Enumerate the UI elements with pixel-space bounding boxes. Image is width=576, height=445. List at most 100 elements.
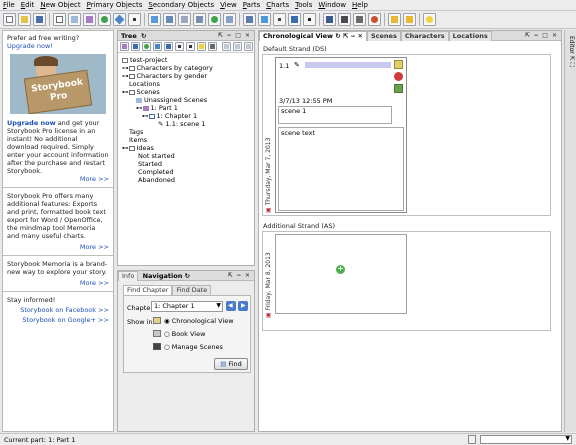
export-red-icon[interactable]	[368, 13, 381, 26]
back-arrow-icon[interactable]	[388, 13, 401, 26]
more-link-3[interactable]: More >>	[3, 279, 113, 287]
tree-node-abandoned[interactable]: Abandoned	[138, 177, 175, 184]
forward-arrow-icon[interactable]	[403, 13, 416, 26]
scene-text-area[interactable]: scene text	[278, 127, 404, 211]
new-scene-icon[interactable]	[394, 84, 403, 93]
new-character-icon[interactable]	[98, 13, 111, 26]
tab-info[interactable]: Info	[118, 271, 139, 281]
tree-filter-character-icon[interactable]	[142, 42, 151, 51]
timeline-icon[interactable]	[243, 13, 256, 26]
memoria-icon[interactable]	[208, 13, 221, 26]
tree-node-locations[interactable]: Locations	[129, 81, 160, 88]
link-icon[interactable]	[258, 13, 271, 26]
tree-node-ideas[interactable]: ⊷ Ideas	[122, 145, 154, 152]
add-scene-icon[interactable]: +	[336, 265, 345, 274]
prev-chapter-button[interactable]: ◀	[226, 301, 236, 311]
grid-icon[interactable]	[273, 13, 286, 26]
tree-filter-chapter-icon[interactable]	[131, 42, 140, 51]
scene-title-field[interactable]: scene 1	[278, 106, 392, 124]
tree-node-part-1[interactable]: ⊷ 1: Part 1	[136, 105, 178, 112]
tree-filter-strand-icon[interactable]	[208, 42, 217, 51]
open-folder-icon[interactable]	[18, 13, 31, 26]
collapse-all-icon[interactable]	[233, 42, 242, 51]
find-button[interactable]: ▤ Find	[214, 358, 248, 370]
tree-filter-item-icon[interactable]	[164, 42, 173, 51]
refresh-icon[interactable]: ↻	[141, 32, 146, 40]
tree-filter-idea-icon[interactable]	[186, 42, 195, 51]
chapter-select[interactable]: 1: Chapter 1 ▼	[151, 301, 223, 312]
status-combo[interactable]: ▼	[480, 435, 572, 444]
tree-node-characters-by-category[interactable]: ⊶ Characters by category	[122, 65, 213, 72]
menu-window[interactable]: Window	[315, 0, 349, 11]
radio-manage-scenes[interactable]: ○ Manage Scenes	[164, 343, 223, 351]
tree-node-scene-1[interactable]: ✎ 1.1: scene 1	[158, 121, 205, 128]
menu-primary-objects[interactable]: Primary Objects	[84, 0, 146, 11]
scene-card[interactable]: 1.1 ✎ 3/7/13 12:55 PM scene 1 scene text	[275, 57, 407, 213]
new-scene-icon[interactable]	[83, 13, 96, 26]
new-part-icon[interactable]	[53, 13, 66, 26]
menu-tools[interactable]: Tools	[292, 0, 315, 11]
book-view-icon[interactable]	[193, 13, 206, 26]
upgrade-link-top[interactable]: Upgrade now!	[7, 42, 53, 50]
tree-node-unassigned-scenes[interactable]: Unassigned Scenes	[136, 97, 207, 104]
empty-scene-slot[interactable]: +	[275, 234, 407, 314]
next-chapter-button[interactable]: ▶	[238, 301, 248, 311]
tree-node-not-started[interactable]: Not started	[138, 153, 175, 160]
save-icon[interactable]	[33, 13, 46, 26]
chrono-window-controls[interactable]: ⇱ ‒ □ ✕	[525, 32, 558, 40]
tree-node-scenes[interactable]: ⊷ Scenes	[122, 89, 160, 96]
tree-node-completed[interactable]: Completed	[138, 169, 173, 176]
manage-icon[interactable]	[178, 13, 191, 26]
tip-icon[interactable]	[423, 13, 436, 26]
more-link-2[interactable]: More >>	[3, 243, 113, 251]
print-icon[interactable]	[353, 13, 366, 26]
tree-node-started[interactable]: Started	[138, 161, 162, 168]
radio-chronological[interactable]: ◉ Chronological View	[164, 317, 234, 325]
tree-filter-tag-icon[interactable]	[175, 42, 184, 51]
google-link[interactable]: Storybook on Google+ >>	[3, 316, 113, 324]
tab-scenes[interactable]: Scenes	[366, 31, 401, 41]
new-tag-icon[interactable]	[128, 13, 141, 26]
storybook-pro-banner[interactable]: Storybook Pro	[10, 54, 106, 114]
tab-find-chapter[interactable]: Find Chapter	[123, 285, 173, 295]
delete-scene-icon[interactable]	[394, 72, 403, 81]
menu-help[interactable]: Help	[349, 0, 371, 11]
memory-icon[interactable]	[468, 435, 476, 444]
menu-secondary-objects[interactable]: Secondary Objects	[145, 0, 217, 11]
menu-new-object[interactable]: New Object	[37, 0, 83, 11]
export-icon[interactable]	[338, 13, 351, 26]
chart2-icon[interactable]	[163, 13, 176, 26]
chart-icon[interactable]	[148, 13, 161, 26]
radio-book-view[interactable]: ○ Book View	[164, 330, 205, 338]
tree-settings-icon[interactable]	[244, 42, 253, 51]
tree-window-controls[interactable]: ⇱ ‒ □ ✕	[218, 32, 251, 40]
tab-find-date[interactable]: Find Date	[172, 285, 212, 295]
menu-parts[interactable]: Parts	[240, 0, 263, 11]
tab-chronological-view[interactable]: Chronological View ↻ ⇱ ‒ ✕	[259, 31, 367, 41]
tree-node-project[interactable]: test-project	[122, 57, 167, 64]
tree-node-chapter-1[interactable]: ⊷ 1: Chapter 1	[142, 113, 197, 120]
refresh-icon[interactable]: ↻	[185, 272, 190, 280]
new-file-icon[interactable]	[3, 13, 16, 26]
tree-node-tags[interactable]: Tags	[129, 129, 143, 136]
dots-icon[interactable]	[303, 13, 316, 26]
table-icon[interactable]	[323, 13, 336, 26]
tree-filter-scene-icon[interactable]	[197, 42, 206, 51]
new-chapter-icon[interactable]	[68, 13, 81, 26]
reading-icon[interactable]	[223, 13, 236, 26]
menu-charts[interactable]: Charts	[263, 0, 292, 11]
compare-icon[interactable]	[288, 13, 301, 26]
tab-locations[interactable]: Locations	[448, 31, 492, 41]
tree-node-items[interactable]: Items	[129, 137, 147, 144]
upgrade-now-link[interactable]: Upgrade now	[7, 119, 56, 127]
menu-file[interactable]: File	[0, 0, 18, 11]
tree-node-characters-by-gender[interactable]: ⊶ Characters by gender	[122, 73, 207, 80]
navigation-window-controls[interactable]: ⇱ ‒ ✕	[228, 272, 251, 280]
new-location-icon[interactable]	[113, 13, 126, 26]
tab-characters[interactable]: Characters	[400, 31, 449, 41]
menu-edit[interactable]: Edit	[18, 0, 38, 11]
expand-all-icon[interactable]	[222, 42, 231, 51]
edit-scene-icon[interactable]	[394, 60, 403, 69]
tree-filter-location-icon[interactable]	[153, 42, 162, 51]
menu-view[interactable]: View	[217, 0, 240, 11]
